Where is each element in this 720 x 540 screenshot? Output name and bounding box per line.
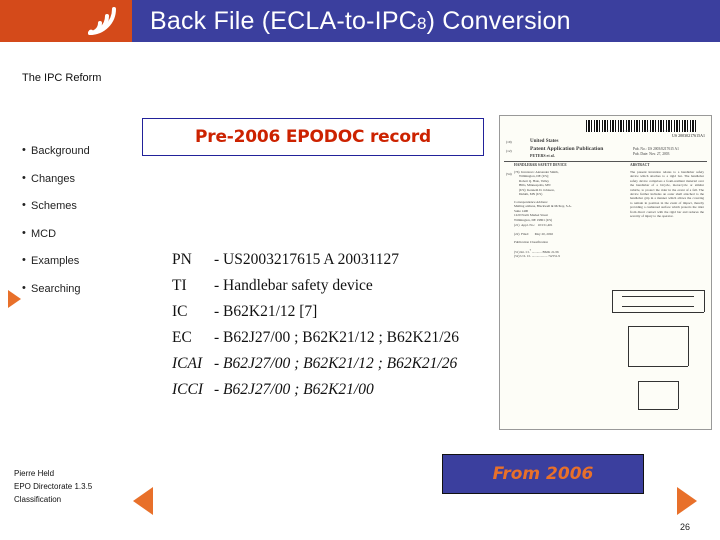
- sidebar-item-label: Changes: [31, 172, 76, 185]
- sidebar-item-label: MCD: [31, 227, 57, 240]
- record-value: - Handlebar safety device: [214, 277, 373, 294]
- author-directorate: EPO Directorate 1.3.5: [14, 482, 93, 491]
- record-value: - B62J27/00 ; B62K21/12 ; B62K21/26: [214, 355, 458, 372]
- sidebar-nav: Background Changes Schemes MCD Examples …: [22, 144, 132, 310]
- doc-filing-block: (21) Appl. No.: 10/151,401 (22) Filed: M…: [514, 223, 554, 236]
- doc-kind-line: Patent Application Publication: [530, 146, 604, 152]
- sidebar-item-label: Background: [31, 145, 90, 157]
- slide-header-bar: Back File (ECLA-to-IPC8) Conversion: [0, 0, 720, 42]
- record-row-icai: ICAI - B62J27/00 ; B62K21/12 ; B62K21/26: [172, 351, 459, 377]
- sidebar-item-changes[interactable]: Changes: [22, 172, 132, 185]
- page-number: 26: [680, 522, 691, 532]
- slide-content: Pre-2006 EPODOC record US 20030217615A1 …: [132, 42, 720, 540]
- epodoc-record-table: PN - US2003217615 A 20031127 TI - Handleba…: [172, 247, 459, 403]
- sidebar-item-schemes[interactable]: Schemes: [22, 199, 132, 212]
- doc-pub-number: Pub. No.: US 2003/0217615 A1: [633, 147, 679, 151]
- record-value: - B62K21/12 [7]: [214, 303, 318, 320]
- sidebar-item-searching[interactable]: Searching: [22, 282, 132, 295]
- doc-correspondence-block: Correspondence Address: Mailing address,…: [514, 200, 572, 222]
- sidebar-item-mcd[interactable]: MCD: [22, 227, 132, 240]
- from-2006-label: From 2006: [492, 464, 594, 484]
- page-title-part2: ) Conversion: [426, 7, 571, 35]
- sidebar-item-label: Searching: [31, 282, 81, 295]
- record-heading-label: Pre-2006 EPODOC record: [195, 127, 431, 147]
- sidebar: The IPC Reform Background Changes Scheme…: [0, 42, 132, 540]
- author-name: Pierre Held: [14, 469, 55, 478]
- record-key: PN: [172, 251, 192, 268]
- patent-front-page-thumbnail: US 20030217615A1 (19) (12) (54) United Sta…: [499, 115, 712, 430]
- record-key: ICCI: [172, 381, 203, 398]
- record-value: - B62J27/00 ; B62K21/00: [214, 381, 374, 398]
- doc-divider-top: [504, 161, 707, 162]
- author-department: Classification: [14, 495, 62, 504]
- record-key: TI: [172, 277, 187, 294]
- sidebar-item-label: Examples: [31, 255, 80, 267]
- record-key: EC: [172, 329, 192, 346]
- previous-slide-arrow-icon[interactable]: [133, 487, 153, 515]
- record-row-ic: IC - B62K21/12 [7]: [172, 299, 459, 325]
- record-value: - US2003217615 A 20031127: [214, 251, 400, 268]
- doc-office-line: United States: [530, 139, 559, 144]
- record-key: IC: [172, 303, 188, 320]
- page-title-part1: Back File (ECLA-to-IPC: [150, 7, 417, 35]
- patent-figure-drawing: [608, 266, 708, 421]
- record-row-ti: TI - Handlebar safety device: [172, 273, 459, 299]
- doc-publication-classification-block: Publication Classification (51) Int. Cl.…: [514, 240, 560, 259]
- document-number-label: US 20030217615A1: [671, 133, 705, 138]
- doc-abstract-heading: ABSTRACT: [630, 163, 650, 167]
- active-section-arrow-icon: [8, 290, 21, 308]
- sidebar-item-label: Schemes: [31, 200, 77, 212]
- record-key: ICAI: [172, 355, 203, 372]
- barcode-icon: [586, 120, 696, 132]
- sidebar-item-examples[interactable]: Examples: [22, 254, 132, 267]
- record-row-pn: PN - US2003217615 A 20031127: [172, 247, 459, 273]
- next-slide-arrow-icon[interactable]: [677, 487, 697, 515]
- doc-abstract-text: The present invention relates to a handl…: [630, 170, 704, 219]
- record-heading-box: Pre-2006 EPODOC record: [142, 118, 484, 156]
- from-2006-box: From 2006: [442, 454, 644, 494]
- epo-waves-logo-icon: [86, 6, 122, 36]
- record-row-ec: EC - B62J27/00 ; B62K21/12 ; B62K21/26: [172, 325, 459, 351]
- logo-panel: [0, 0, 132, 42]
- sidebar-item-background[interactable]: Background: [22, 144, 132, 157]
- sidebar-title: The IPC Reform: [22, 72, 102, 84]
- record-row-icci: ICCI - B62J27/00 ; B62K21/00: [172, 377, 459, 403]
- record-value: - B62J27/00 ; B62K21/12 ; B62K21/26: [214, 329, 460, 346]
- page-title: Back File (ECLA-to-IPC8) Conversion: [150, 4, 571, 41]
- doc-pub-date: Pub. Date: Nov. 27, 2003: [633, 152, 670, 156]
- doc-title-line: HANDLEBAR SAFETY DEVICE: [514, 163, 567, 167]
- doc-inventor-line: PETERS et al.: [530, 153, 555, 158]
- page-title-subscript: 8: [416, 14, 427, 33]
- doc-inventor-block: (76) Inventors: Alexander Smith, Wilming…: [514, 170, 559, 197]
- author-footer: Pierre Held EPO Directorate 1.3.5 Classi…: [14, 467, 92, 506]
